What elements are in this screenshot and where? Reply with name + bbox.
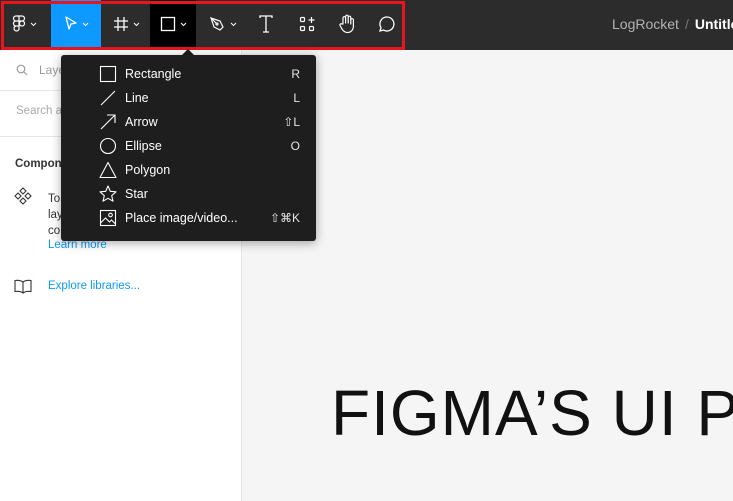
comment-icon — [379, 16, 395, 32]
menu-item-star[interactable]: Star — [61, 182, 316, 206]
menu-item-ellipse[interactable]: Ellipse O — [61, 134, 316, 158]
menu-item-arrow[interactable]: Arrow ⇧L — [61, 110, 316, 134]
chevron-down-icon — [30, 22, 36, 26]
rectangle-icon — [160, 16, 175, 32]
image-icon — [99, 209, 117, 227]
breadcrumb-separator: / — [684, 16, 689, 32]
resources-tool-button[interactable] — [290, 0, 324, 48]
component-icon — [14, 187, 32, 205]
toolbar: LogRocket / Untitled — [0, 0, 733, 50]
hand-tool-button[interactable] — [330, 0, 364, 48]
chevron-down-icon — [180, 22, 186, 26]
pen-icon — [210, 16, 224, 31]
line-icon — [100, 90, 116, 106]
arrow-icon — [100, 114, 116, 130]
breadcrumb: LogRocket / Untitled — [612, 16, 733, 32]
shape-tools-menu: Rectangle R Line L Arrow ⇧L Ellipse O Po… — [61, 55, 316, 241]
chevron-down-icon — [82, 22, 88, 26]
rectangle-icon — [99, 65, 117, 83]
file-name[interactable]: Untitled — [695, 16, 733, 32]
ellipse-icon — [99, 137, 117, 155]
search-icon — [16, 64, 28, 76]
explore-libraries-link[interactable]: Explore libraries... — [48, 280, 140, 292]
frame-icon — [113, 17, 128, 31]
star-icon — [99, 185, 117, 202]
menu-item-line[interactable]: Line L — [61, 86, 316, 110]
polygon-icon — [99, 161, 117, 179]
comment-tool-button[interactable] — [370, 0, 404, 48]
pen-tool-button[interactable] — [200, 0, 246, 48]
team-name[interactable]: LogRocket — [612, 16, 679, 32]
figma-logo-icon — [12, 15, 25, 32]
text-tool-button[interactable] — [250, 0, 282, 48]
hand-icon — [339, 14, 354, 34]
text-icon — [259, 15, 273, 33]
canvas-text[interactable]: FIGMA’S UI PRO — [331, 376, 733, 450]
shape-tool-button[interactable] — [150, 0, 196, 48]
cursor-icon — [64, 16, 77, 30]
components-icon — [299, 16, 314, 31]
frame-tool-button[interactable] — [103, 0, 149, 48]
chevron-down-icon — [230, 22, 237, 26]
book-icon — [14, 279, 32, 294]
menu-item-place-image[interactable]: Place image/video... ⇧⌘K — [61, 206, 316, 230]
move-tool-button[interactable] — [51, 0, 101, 48]
main-menu-button[interactable] — [0, 0, 48, 48]
menu-item-polygon[interactable]: Polygon — [61, 158, 316, 182]
menu-item-rectangle[interactable]: Rectangle R — [61, 62, 316, 86]
chevron-down-icon — [133, 22, 139, 26]
